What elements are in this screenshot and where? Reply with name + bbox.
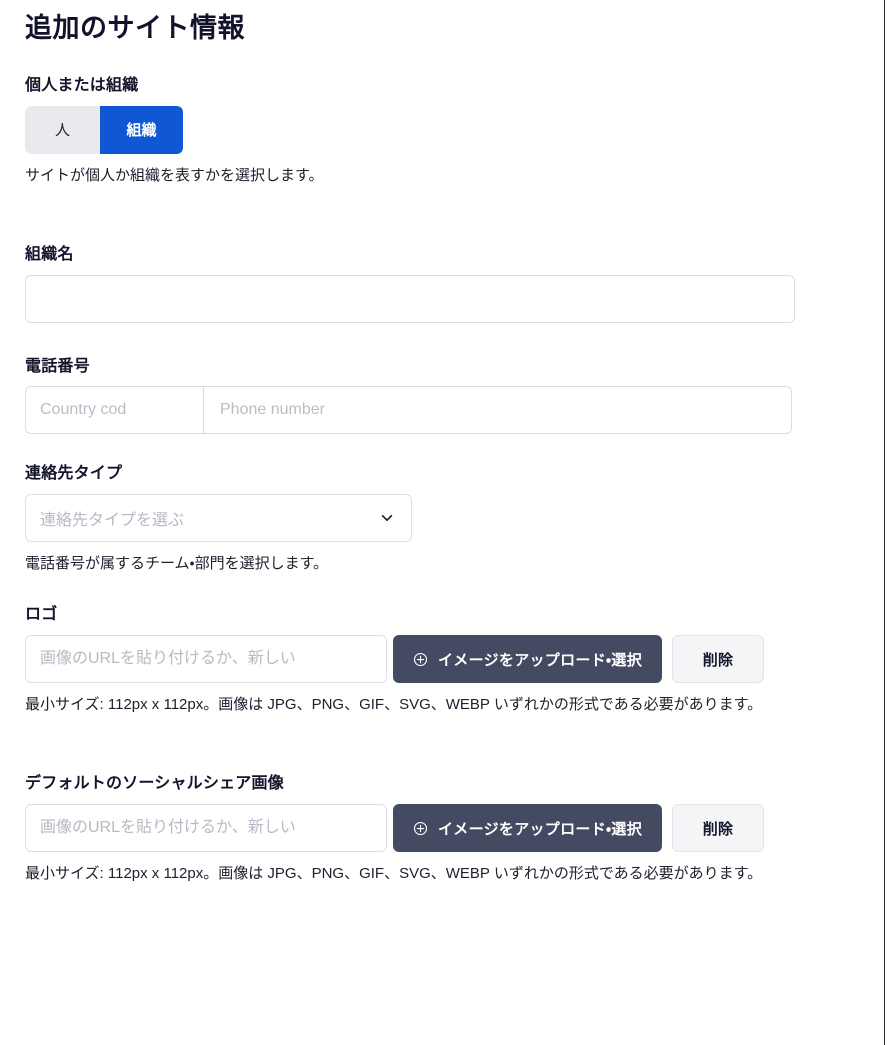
entity-type-label: 個人または組織	[25, 76, 139, 94]
logo-delete-button[interactable]: 削除	[672, 635, 765, 684]
logo-help-text: 最小サイズ: 112px x 112px。画像は JPG、PNG、GIF、SVG…	[25, 696, 763, 714]
social-share-upload-button[interactable]: イメージをアップロード・選択	[393, 804, 663, 853]
logo-url-input[interactable]	[25, 635, 387, 684]
org-name-label: 組織名	[25, 245, 74, 263]
social-share-delete-button[interactable]: 削除	[672, 804, 765, 853]
logo-upload-button[interactable]: イメージをアップロード・選択	[393, 635, 663, 684]
logo-upload-label: イメージをアップロード・選択	[438, 651, 643, 669]
phone-country-code-input[interactable]	[26, 387, 204, 434]
contact-type-selected-value: 連絡先タイプを選ぶ	[40, 512, 185, 530]
contact-type-help-text: 電話番号が属するチーム・部門を選択します。	[25, 555, 329, 573]
plus-circle-icon	[413, 652, 428, 666]
social-share-upload-label: イメージをアップロード・選択	[438, 820, 643, 838]
logo-picker-row: イメージをアップロード・選択 削除	[25, 635, 840, 684]
field-social-share-image: デフォルトのソーシャルシェア画像 イメージをアップロード・選択 削除 最小サイズ…	[25, 774, 840, 885]
field-phone: 電話番号	[25, 357, 840, 435]
field-contact-type: 連絡先タイプ 連絡先タイプを選ぶ 電話番号が属するチーム・部門を選択します。	[25, 464, 840, 575]
settings-page: 追加のサイト情報 個人または組織 人 組織 サイトが個人か組織を表すかを選択しま…	[0, 0, 887, 1045]
logo-label: ロゴ	[25, 606, 58, 624]
contact-type-label: 連絡先タイプ	[25, 465, 123, 483]
page-right-border	[884, 0, 885, 1045]
settings-form: 追加のサイト情報 個人または組織 人 組織 サイトが個人か組織を表すかを選択しま…	[0, 0, 840, 886]
social-share-help-text: 最小サイズ: 112px x 112px。画像は JPG、PNG、GIF、SVG…	[25, 865, 763, 883]
field-logo: ロゴ イメージをアップロード・選択 削除 最小サイズ: 112px x 112p…	[25, 605, 840, 716]
phone-input-group	[25, 386, 792, 435]
field-org-name: 組織名	[25, 245, 840, 323]
plus-circle-icon	[413, 821, 428, 835]
entity-type-help-text: サイトが個人か組織を表すかを選択します。	[25, 166, 324, 184]
phone-label: 電話番号	[25, 357, 90, 375]
field-entity-type: 個人または組織 人 組織 サイトが個人か組織を表すかを選択します。	[25, 76, 840, 187]
social-share-url-input[interactable]	[25, 804, 387, 853]
org-name-input[interactable]	[25, 274, 795, 323]
contact-type-select-wrapper: 連絡先タイプを選ぶ	[25, 494, 412, 543]
social-share-label: デフォルトのソーシャルシェア画像	[25, 775, 284, 793]
social-share-picker-row: イメージをアップロード・選択 削除	[25, 804, 840, 853]
entity-type-segmented-control[interactable]: 人 組織	[25, 105, 183, 154]
contact-type-select[interactable]: 連絡先タイプを選ぶ	[25, 494, 412, 543]
phone-number-input[interactable]	[204, 387, 791, 434]
page-title: 追加のサイト情報	[25, 13, 245, 43]
segment-person-button[interactable]: 人	[25, 105, 100, 154]
segment-organization-button[interactable]: 組織	[100, 105, 183, 154]
